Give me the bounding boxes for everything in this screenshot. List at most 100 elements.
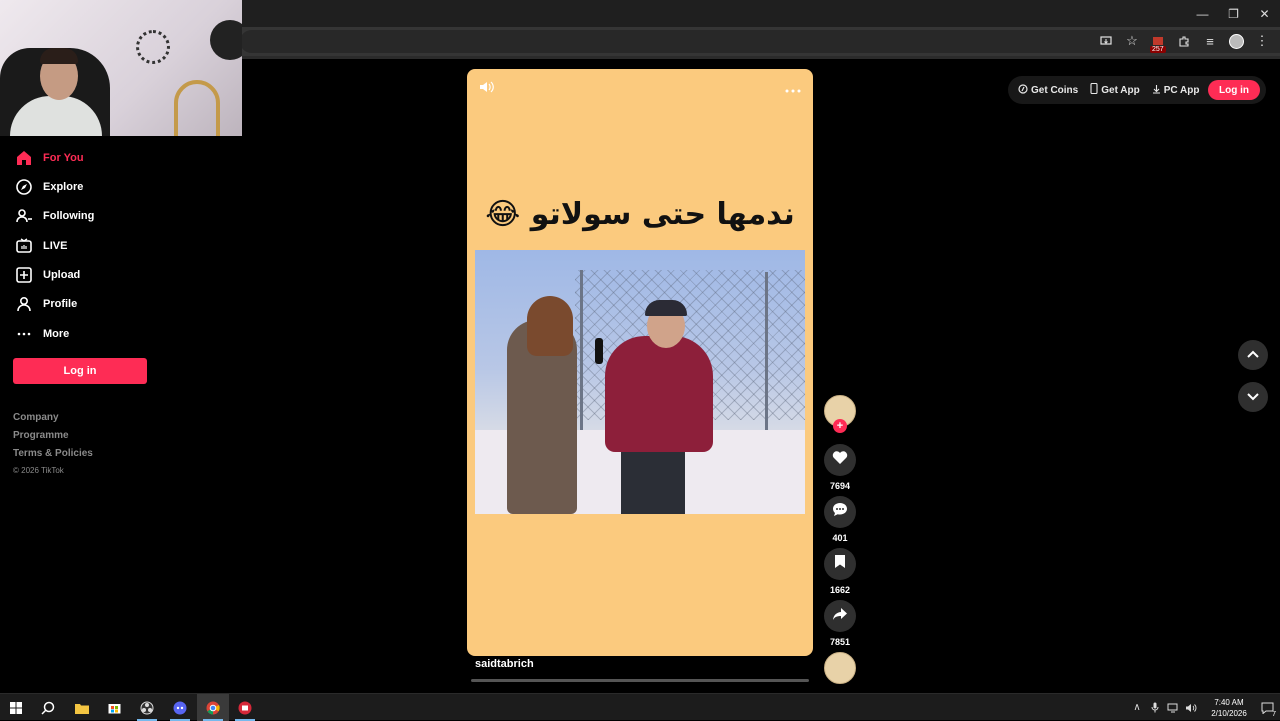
microphone-icon[interactable] — [1147, 700, 1163, 716]
start-button[interactable] — [0, 694, 32, 721]
bookmark-star-icon[interactable]: ☆ — [1122, 31, 1142, 51]
system-tray: ∧ 7:40 AM 2/10/2026 7 — [1128, 694, 1280, 721]
pc-app-label: PC App — [1163, 84, 1200, 96]
video-caption: ندمها حتى سولاتو 😂 — [485, 197, 795, 232]
save-count: 1662 — [829, 585, 851, 595]
sidebar-item-for-you[interactable]: For You — [14, 146, 84, 170]
sidebar-item-explore[interactable]: Explore — [14, 175, 83, 199]
webcam-overlay — [0, 0, 242, 136]
sidebar-item-label: LIVE — [43, 240, 68, 252]
live-icon — [14, 236, 34, 256]
header-login-button[interactable]: Log in — [1208, 80, 1260, 100]
profile-icon[interactable] — [1226, 31, 1246, 51]
like-button[interactable] — [824, 444, 856, 476]
mirror-decor — [174, 80, 220, 136]
windows-taskbar: ∧ 7:40 AM 2/10/2026 7 — [0, 693, 1280, 721]
heart-icon — [832, 450, 848, 470]
get-coins-label: Get Coins — [1031, 84, 1079, 96]
footer-link-company[interactable]: Company — [13, 412, 59, 423]
lamp-decor — [210, 20, 242, 60]
interviewee-jacket — [605, 336, 713, 452]
user-follow-icon — [14, 206, 34, 226]
get-app-link[interactable]: Get App — [1090, 82, 1140, 97]
home-icon — [14, 148, 34, 168]
comment-icon — [832, 502, 848, 522]
sidebar-item-live[interactable]: LIVE — [14, 234, 67, 258]
streamer-hair — [40, 48, 78, 64]
next-video-button[interactable] — [1238, 382, 1268, 412]
get-coins-link[interactable]: Get Coins — [1018, 83, 1079, 97]
comment-count: 401 — [832, 533, 848, 543]
footer-link-terms[interactable]: Terms & Policies — [13, 448, 93, 459]
download-icon — [1152, 84, 1161, 97]
pc-app-link[interactable]: PC App — [1152, 84, 1200, 97]
fence-pole — [765, 272, 768, 442]
window-controls: — ❐ ✕ — [1187, 0, 1280, 27]
sidebar-item-label: More — [43, 328, 70, 340]
video-top-controls — [467, 69, 813, 109]
ellipsis-icon — [14, 324, 34, 344]
bookmark-icon — [834, 554, 846, 574]
sidebar-item-following[interactable]: Following — [14, 204, 94, 228]
copyright-text: © 2026 TikTok — [13, 466, 64, 475]
coin-icon — [1018, 83, 1028, 97]
media-control-icon[interactable]: ≡ — [1200, 31, 1220, 51]
follow-plus-icon[interactable]: + — [833, 419, 847, 433]
like-count: 7694 — [829, 481, 851, 491]
chevron-up-icon — [1246, 346, 1260, 364]
recorder-app-icon[interactable] — [229, 694, 261, 721]
sidebar-item-upload[interactable]: Upload — [14, 263, 80, 287]
get-app-label: Get App — [1101, 84, 1140, 96]
plus-square-icon — [14, 265, 34, 285]
sidebar-item-label: Upload — [43, 269, 81, 281]
clock-date: 2/10/2026 — [1211, 708, 1247, 718]
extension-counter-icon[interactable]: 257 — [1148, 31, 1168, 53]
person-icon — [14, 294, 34, 314]
install-app-icon[interactable] — [1096, 31, 1116, 51]
notification-badge: 7 — [1272, 711, 1276, 718]
video-author[interactable]: saidtabrich — [475, 658, 534, 670]
wall-clock-decor — [136, 30, 170, 64]
footer-link-programme[interactable]: Programme — [13, 430, 69, 441]
share-count: 7851 — [829, 637, 851, 647]
kebab-menu-icon[interactable]: ⋮ — [1252, 31, 1272, 51]
taskbar-clock[interactable]: 7:40 AM 2/10/2026 — [1204, 697, 1254, 719]
sidebar-item-more[interactable]: More — [14, 322, 69, 346]
top-right-actions: Get Coins Get App PC App Log in — [1008, 76, 1266, 104]
more-options-icon[interactable] — [785, 80, 801, 98]
video-player[interactable]: ندمها حتى سولاتو 😂 — [467, 69, 813, 656]
file-explorer-icon[interactable] — [66, 694, 98, 721]
close-icon[interactable]: ✕ — [1249, 0, 1280, 27]
sidebar-item-label: For You — [43, 152, 84, 164]
video-frame — [475, 250, 805, 514]
restore-icon[interactable]: ❐ — [1218, 0, 1249, 27]
save-button[interactable] — [824, 548, 856, 580]
sidebar-item-label: Explore — [43, 181, 84, 193]
interviewee-legs — [621, 450, 685, 514]
taskbar-search-icon[interactable] — [32, 694, 64, 721]
share-icon — [832, 607, 848, 626]
minimize-icon[interactable]: — — [1187, 0, 1218, 27]
tray-overflow-chevron-icon[interactable]: ∧ — [1129, 700, 1145, 716]
notification-center-button[interactable]: 7 — [1254, 694, 1280, 721]
share-button[interactable] — [824, 600, 856, 632]
sidebar-item-profile[interactable]: Profile — [14, 292, 77, 316]
sidebar-login-button[interactable]: Log in — [13, 358, 147, 384]
video-progress-bar[interactable] — [471, 679, 809, 682]
obs-app-icon[interactable] — [131, 694, 163, 721]
volume-tray-icon[interactable] — [1183, 700, 1199, 716]
music-disc-avatar[interactable] — [824, 652, 856, 684]
microphone — [595, 338, 603, 364]
store-icon[interactable] — [98, 694, 130, 721]
previous-video-button[interactable] — [1238, 340, 1268, 370]
discord-app-icon[interactable] — [164, 694, 196, 721]
toolbar-icons: ☆ 257 ≡ ⋮ — [1096, 31, 1272, 53]
volume-icon[interactable] — [479, 80, 495, 99]
chrome-app-icon[interactable] — [197, 694, 229, 721]
network-icon[interactable] — [1165, 700, 1181, 716]
chevron-down-icon — [1246, 388, 1260, 406]
puzzle-icon[interactable] — [1174, 31, 1194, 51]
comment-button[interactable] — [824, 496, 856, 528]
windows-logo-icon — [10, 701, 22, 714]
sidebar-item-label: Profile — [43, 298, 78, 310]
